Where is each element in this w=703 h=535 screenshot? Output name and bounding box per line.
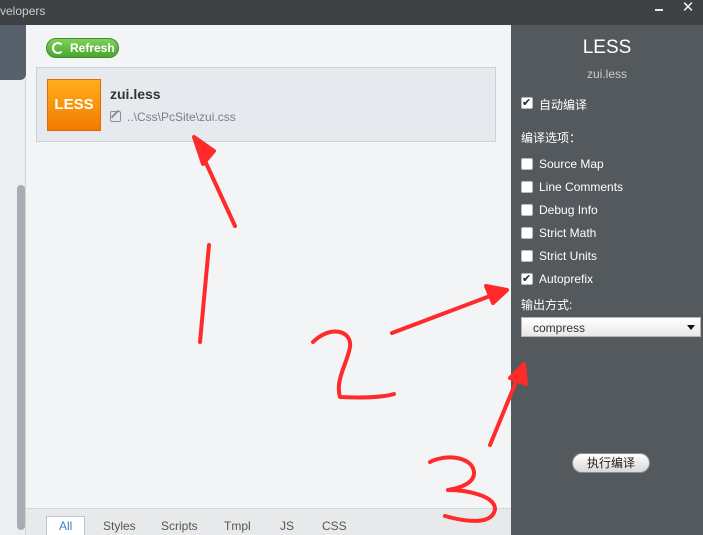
strict-units-checkbox[interactable] (521, 250, 533, 262)
debug-info-checkbox[interactable] (521, 204, 533, 216)
tab-js[interactable]: JS (280, 519, 294, 533)
tab-tmpl[interactable]: Tmpl (224, 519, 251, 533)
file-item[interactable]: LESS zui.less ..\Css\PcSite\zui.css (36, 67, 496, 142)
output-path[interactable]: ..\Css\PcSite\zui.css (110, 110, 236, 124)
compile-button[interactable]: 执行编译 (572, 453, 650, 473)
less-file-badge: LESS (47, 79, 101, 131)
refresh-icon (52, 42, 64, 54)
close-icon[interactable]: ✕ (679, 0, 697, 18)
window-title: velopers (0, 4, 46, 18)
output-path-text: ..\Css\PcSite\zui.css (127, 110, 236, 124)
line-comments-label[interactable]: Line Comments (539, 180, 623, 194)
autoprefix-checkbox[interactable] (521, 272, 533, 285)
tab-scripts[interactable]: Scripts (161, 519, 198, 533)
panel-subtitle: zui.less (586, 67, 627, 81)
auto-compile-label[interactable]: 自动编译 (539, 96, 587, 113)
minimize-icon[interactable] (651, 2, 667, 18)
autoprefix-label[interactable]: Autoprefix (539, 272, 593, 286)
scrollbar-thumb[interactable] (17, 185, 25, 530)
refresh-label: Refresh (70, 41, 115, 55)
tab-all[interactable]: All (46, 516, 86, 535)
output-style-select[interactable]: compress (521, 317, 701, 337)
tab-styles[interactable]: Styles (103, 519, 136, 533)
debug-info-label[interactable]: Debug Info (539, 203, 598, 217)
output-style-heading: 输出方式: (521, 298, 573, 312)
title-bar: velopers ✕ (0, 0, 703, 25)
strict-units-label[interactable]: Strict Units (539, 249, 597, 263)
strict-math-label[interactable]: Strict Math (539, 226, 596, 240)
panel-title: LESS (582, 37, 632, 58)
sidebar-header-fragment (0, 25, 26, 80)
chevron-down-icon (687, 325, 695, 330)
tab-css[interactable]: CSS (322, 519, 347, 533)
refresh-button[interactable]: Refresh (46, 38, 119, 58)
compile-settings-panel: LESS zui.less 自动编译 编译选项： Source Map Line… (511, 25, 703, 535)
file-list-pane: Refresh LESS zui.less ..\Css\PcSite\zui.… (26, 25, 511, 535)
auto-compile-checkbox[interactable] (521, 96, 533, 109)
source-map-checkbox[interactable] (521, 158, 533, 170)
edit-icon[interactable] (110, 111, 121, 122)
output-style-value: compress (533, 321, 586, 335)
options-heading: 编译选项： (521, 131, 582, 145)
filter-tabs: All Styles Scripts Tmpl JS CSS (26, 508, 511, 535)
left-sidebar-edge (0, 25, 26, 535)
file-name: zui.less (110, 86, 161, 102)
source-map-label[interactable]: Source Map (539, 157, 604, 171)
line-comments-checkbox[interactable] (521, 181, 533, 193)
strict-math-checkbox[interactable] (521, 227, 533, 239)
